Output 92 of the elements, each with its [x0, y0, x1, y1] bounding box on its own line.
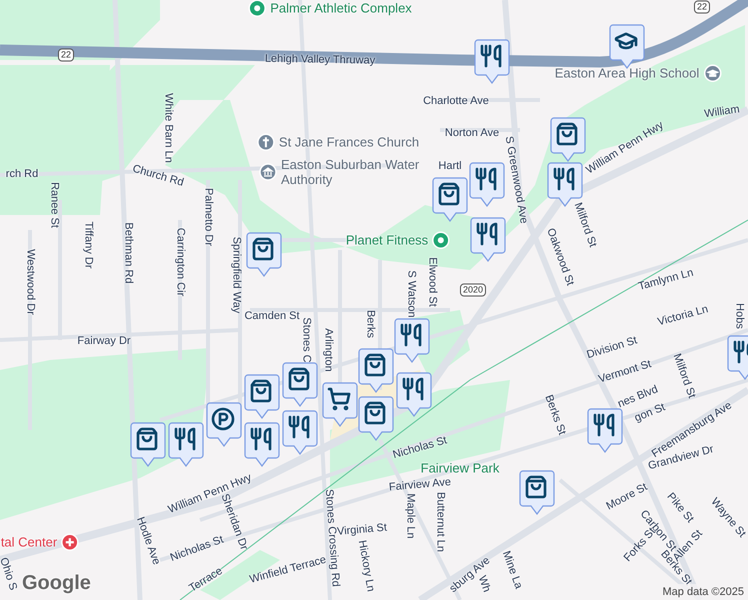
map-marker[interactable]: [396, 372, 432, 418]
fork-knife-icon: [399, 323, 423, 347]
street-label: S Greenwood Ave: [502, 135, 531, 225]
route-shield: 22: [694, 0, 710, 14]
shopping-cart-icon: [327, 387, 351, 411]
shopping-bag-icon: [287, 367, 311, 391]
map-marker[interactable]: [587, 408, 623, 454]
street-label: Carrington Cir: [173, 228, 188, 296]
fork-knife-icon: [475, 222, 499, 246]
street-label: Hartl: [438, 158, 462, 174]
street-label: Victoria Ln: [656, 302, 710, 330]
map-marker[interactable]: [206, 402, 242, 448]
fork-knife-icon: [479, 44, 503, 68]
map-marker[interactable]: [609, 24, 645, 70]
fork-knife-icon: [401, 377, 425, 401]
street-label: Norton Ave: [444, 126, 500, 141]
street-label: Virginia St: [336, 520, 388, 538]
street-label: Maple Ln: [403, 493, 418, 539]
street-label: Palmetto Dr: [201, 188, 216, 246]
street-label: Ohio S: [0, 555, 20, 593]
fork-knife-icon: [592, 413, 616, 437]
fork-knife-icon: [474, 167, 498, 191]
street-label: Ranee St: [47, 182, 62, 228]
map-marker[interactable]: [432, 177, 468, 223]
street-label: Bethman Rd: [121, 222, 136, 284]
map-marker[interactable]: [168, 422, 204, 468]
street-label: Berks St: [541, 392, 569, 438]
map-marker[interactable]: [244, 422, 280, 468]
map-marker[interactable]: [246, 232, 282, 278]
street-label: S Watson: [404, 270, 418, 318]
street-label: Butternut Ln: [433, 492, 448, 552]
map-marker[interactable]: [358, 396, 394, 442]
map-marker[interactable]: [358, 348, 394, 394]
place-label: Easton Suburban Water Authority: [281, 157, 420, 187]
street-label: Elwood St: [425, 257, 440, 307]
street-label: Church Rd: [130, 162, 186, 191]
place-pin-icon: [248, 0, 266, 17]
place-label: Palmer Athletic Complex: [270, 0, 412, 18]
street-label: White Barn Ln: [161, 93, 176, 163]
place-label: Easton Area High School: [554, 64, 700, 82]
parking-icon: [211, 407, 235, 431]
map-marker[interactable]: [469, 162, 505, 208]
map-marker[interactable]: [550, 117, 586, 163]
map-marker[interactable]: [282, 362, 318, 408]
shopping-bag-icon: [437, 182, 461, 206]
street-label: gon St: [632, 401, 667, 424]
street-label: William: [703, 102, 741, 122]
street-label: Winfield Terrace: [248, 552, 328, 588]
street-label: Milford St: [670, 351, 699, 401]
route-shield: 22: [58, 48, 74, 62]
street-label: Berks: [363, 310, 378, 338]
shopping-bag-icon: [135, 427, 159, 451]
street-label: Tiffany Dr: [81, 221, 96, 269]
street-label: Camden St: [244, 308, 300, 324]
street-label: rch Rd: [6, 166, 38, 182]
map-marker[interactable]: [474, 39, 510, 85]
shopping-bag-icon: [363, 353, 387, 377]
map-marker[interactable]: [470, 217, 506, 263]
map-logo: Google: [22, 571, 91, 596]
place-label: Planet Fitness: [346, 231, 428, 250]
route-shield: 2020: [460, 284, 486, 296]
shopping-bag-icon: [249, 379, 273, 403]
street-label: Westwood Dr: [23, 249, 38, 315]
map-marker[interactable]: [244, 374, 280, 420]
shopping-bag-icon: [555, 122, 579, 146]
street-label: Tamlynn Ln: [636, 266, 696, 295]
street-label: Hodle Ave: [133, 514, 164, 568]
map-marker[interactable]: [519, 470, 555, 516]
fork-knife-icon: [287, 415, 311, 439]
street-label: Fairview Ave: [388, 475, 452, 494]
fork-knife-icon: [552, 167, 576, 191]
shopping-bag-icon: [524, 475, 548, 499]
street-label: Hickory Ln: [354, 538, 378, 594]
street-label: Hobs: [732, 303, 746, 329]
map-marker[interactable]: [394, 318, 430, 364]
fork-knife-icon: [249, 427, 273, 451]
map-marker[interactable]: [322, 382, 358, 428]
street-label: Charlotte Ave: [423, 94, 489, 109]
street-label: Wh: [474, 574, 494, 595]
shopping-bag-icon: [363, 401, 387, 425]
street-label: Mine La: [498, 548, 526, 592]
street-label: Arlington: [321, 328, 336, 372]
street-label: Fairway Dr: [77, 334, 131, 349]
shopping-bag-icon: [251, 237, 275, 261]
street-label: Milford St: [570, 200, 600, 250]
street-label: Stones C: [300, 317, 314, 363]
place-label: St Jane Frances Church: [278, 133, 420, 152]
map-marker[interactable]: [282, 410, 318, 456]
fork-knife-icon: [173, 427, 197, 451]
place-label: tal Center: [0, 533, 58, 552]
map-marker[interactable]: [130, 422, 166, 468]
street-label: Springfield Way: [229, 236, 244, 314]
